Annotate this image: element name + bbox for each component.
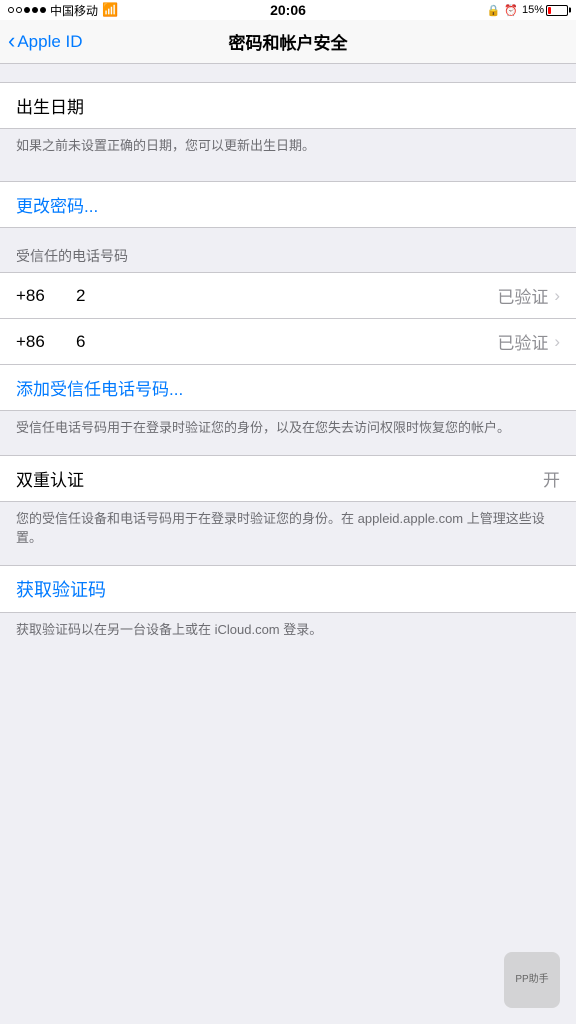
change-password-label: 更改密码... (16, 192, 560, 217)
signal-dot-3 (24, 7, 30, 13)
trusted-phone-footer: 受信任电话号码用于在登录时验证您的身份，以及在您失去访问权限时恢复您的帐户。 (0, 411, 576, 437)
signal-dots (8, 7, 46, 13)
change-password-item[interactable]: 更改密码... (0, 182, 576, 227)
content: 出生日期 如果之前未设置正确的日期，您可以更新出生日期。 更改密码... 受信任… (0, 64, 576, 639)
get-code-item[interactable]: 获取验证码 (0, 566, 576, 612)
add-phone-item[interactable]: 添加受信任电话号码... (0, 365, 576, 410)
two-factor-label: 双重认证 (16, 466, 543, 491)
trusted-phone-header: 受信任的电话号码 (0, 246, 576, 272)
battery-bar (546, 5, 568, 16)
phone-1-code: +86 (16, 286, 76, 306)
two-factor-value: 开 (543, 466, 560, 491)
birth-date-label: 出生日期 (16, 93, 560, 118)
back-chevron-icon: ‹ (8, 30, 15, 52)
carrier-label: 中国移动 (50, 2, 98, 19)
phone-2-chevron-icon: › (554, 332, 560, 352)
birth-date-section: 出生日期 如果之前未设置正确的日期，您可以更新出生日期。 (0, 82, 576, 163)
trusted-phone-list: +86 2 已验证 › +86 6 已验证 › 添加受信任电话号码... (0, 272, 576, 411)
battery-percent: 15% (522, 4, 544, 16)
phone-2-code: +86 (16, 332, 76, 352)
get-code-section: 获取验证码 获取验证码以在另一台设备上或在 iCloud.com 登录。 (0, 565, 576, 639)
status-right: 🔒 ⏰ 15% (487, 4, 568, 17)
signal-dot-5 (40, 7, 46, 13)
nav-bar: ‹ Apple ID 密码和帐户安全 (0, 20, 576, 64)
phone-2-number: 6 (76, 332, 497, 352)
watermark: PP助手 (504, 952, 560, 1008)
birth-date-item: 出生日期 (0, 83, 576, 128)
battery-indicator: 15% (522, 4, 568, 16)
trusted-phone-section: 受信任的电话号码 +86 2 已验证 › +86 6 已验证 › (0, 246, 576, 437)
signal-dot-4 (32, 7, 38, 13)
get-code-footer: 获取验证码以在另一台设备上或在 iCloud.com 登录。 (0, 613, 576, 639)
signal-dot-2 (16, 7, 22, 13)
lock-icon: 🔒 (487, 4, 501, 17)
status-left: 中国移动 📶 (8, 2, 118, 19)
phone-2-row: +86 6 已验证 › (16, 329, 560, 354)
phone-2-status: 已验证 (497, 329, 548, 354)
back-label: Apple ID (17, 32, 82, 52)
two-factor-item: 双重认证 开 (0, 455, 576, 502)
get-code-label: 获取验证码 (16, 576, 560, 602)
wifi-icon: 📶 (102, 2, 118, 18)
change-password-section: 更改密码... (0, 181, 576, 228)
phone-item-2[interactable]: +86 6 已验证 › (0, 319, 576, 365)
signal-dot-1 (8, 7, 14, 13)
get-code-list: 获取验证码 (0, 565, 576, 613)
birth-date-description: 如果之前未设置正确的日期，您可以更新出生日期。 (0, 129, 576, 163)
birth-date-list: 出生日期 (0, 82, 576, 129)
two-factor-section: 双重认证 开 您的受信任设备和电话号码用于在登录时验证您的身份。在 applei… (0, 455, 576, 546)
phone-item-1[interactable]: +86 2 已验证 › (0, 273, 576, 319)
watermark-label: PP助手 (515, 974, 548, 986)
alarm-icon: ⏰ (504, 4, 518, 17)
two-factor-footer: 您的受信任设备和电话号码用于在登录时验证您的身份。在 appleid.apple… (0, 502, 576, 546)
phone-1-row: +86 2 已验证 › (16, 283, 560, 308)
phone-1-status: 已验证 (497, 283, 548, 308)
back-button[interactable]: ‹ Apple ID (8, 32, 83, 52)
page-title: 密码和帐户安全 (229, 29, 348, 54)
status-time: 20:06 (270, 2, 306, 18)
status-bar: 中国移动 📶 20:06 🔒 ⏰ 15% (0, 0, 576, 20)
change-password-list: 更改密码... (0, 181, 576, 228)
phone-1-number: 2 (76, 286, 497, 306)
phone-1-chevron-icon: › (554, 286, 560, 306)
battery-fill (548, 7, 551, 14)
add-phone-label: 添加受信任电话号码... (16, 375, 560, 400)
